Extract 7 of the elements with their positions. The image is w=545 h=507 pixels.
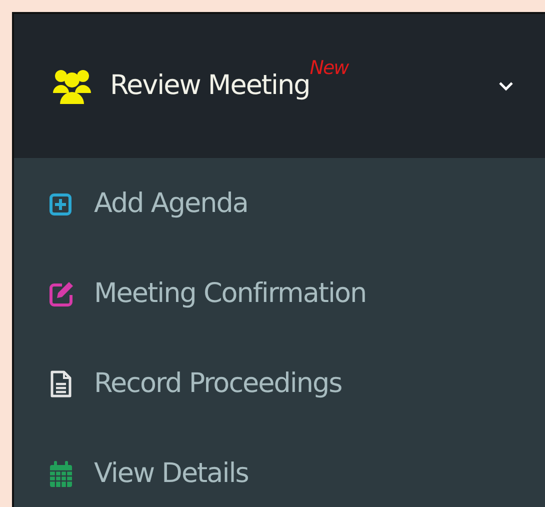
menu-item[interactable]: Meeting Confirmation [48,276,545,312]
menu-item[interactable]: Add Agenda [48,186,545,222]
menu-title: Review Meeting [110,68,310,103]
menu-item[interactable]: View Details [48,456,545,492]
menu-item[interactable]: Record Proceedings [48,366,545,402]
new-label: New [310,56,348,81]
users-icon [52,67,92,105]
